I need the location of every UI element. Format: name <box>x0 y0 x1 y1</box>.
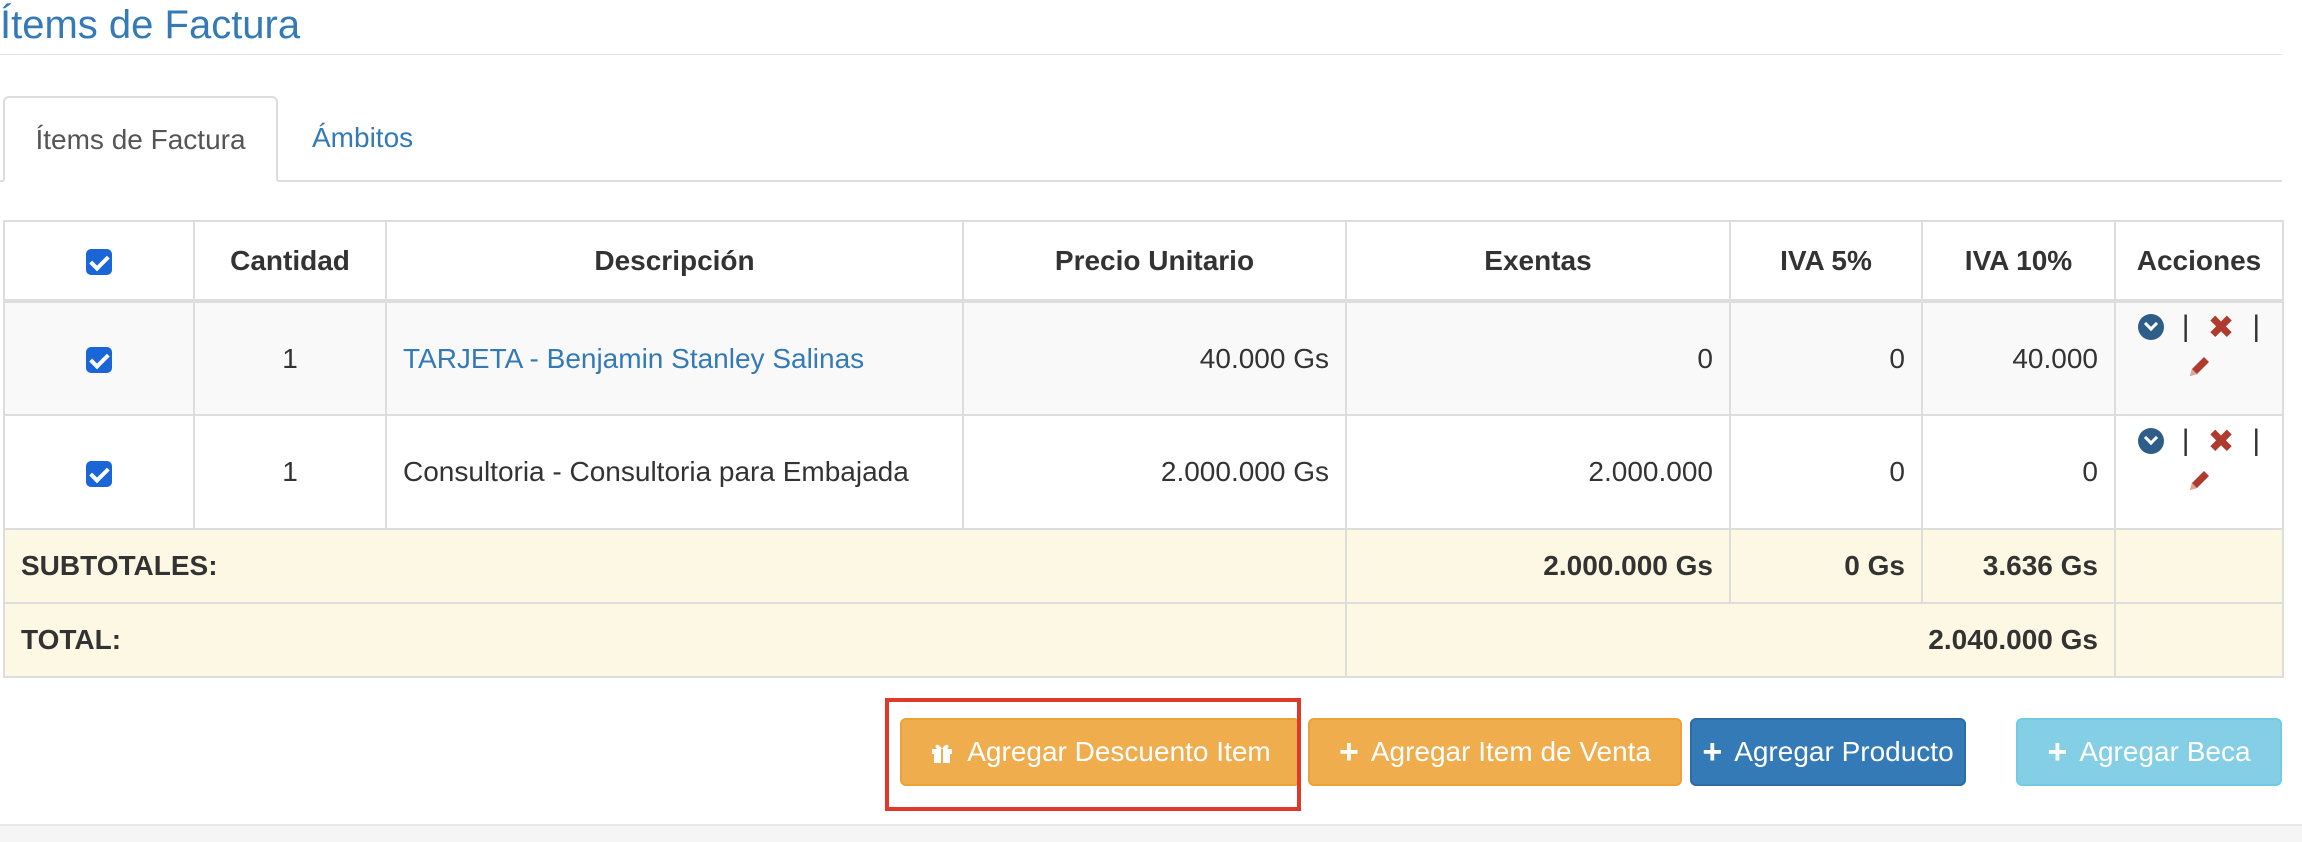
invoice-items-table: Cantidad Descripción Precio Unitario Exe… <box>3 220 2284 678</box>
subtotal-exentas: 2.000.000 Gs <box>1345 528 1731 604</box>
table-row: 1 TARJETA - Benjamin Stanley Salinas 40.… <box>3 300 2284 416</box>
delete-icon[interactable]: ✖ <box>2208 311 2235 343</box>
total-row: TOTAL: 2.040.000 Gs <box>3 602 2284 678</box>
header-cantidad: Cantidad <box>193 220 387 303</box>
row-checkbox[interactable] <box>86 347 112 374</box>
tab-items-factura[interactable]: Ítems de Factura <box>3 96 278 182</box>
total-value: 2.040.000 Gs <box>1345 602 2116 678</box>
exentas-cell: 2.000.000 <box>1345 414 1731 530</box>
select-all-checkbox[interactable] <box>86 249 112 276</box>
subtotal-empty <box>2114 528 2284 604</box>
row-select-cell <box>3 414 195 530</box>
title-divider <box>0 54 2282 55</box>
cantidad-cell: 1 <box>193 414 387 530</box>
header-iva5: IVA 5% <box>1729 220 1923 303</box>
chevron-down-icon[interactable] <box>2137 314 2164 340</box>
add-scholarship-label: Agregar Beca <box>2079 736 2251 767</box>
iva10-cell: 40.000 <box>1921 300 2116 416</box>
tab-bar: Ítems de Factura Ámbitos <box>0 96 2282 182</box>
row-checkbox[interactable] <box>86 460 112 487</box>
add-sale-item-button[interactable]: + Agregar Item de Venta <box>1308 718 1682 786</box>
plus-icon: + <box>1338 733 1359 771</box>
select-all-cell <box>3 220 195 303</box>
action-separator: | <box>2181 310 2190 343</box>
header-precio-unitario: Precio Unitario <box>962 220 1347 303</box>
plus-icon: + <box>2047 733 2068 771</box>
exentas-cell: 0 <box>1345 300 1731 416</box>
page-title: Ítems de Factura <box>0 3 301 47</box>
tab-ambitos[interactable]: Ámbitos <box>312 96 413 180</box>
row-select-cell <box>3 300 195 416</box>
iva5-cell: 0 <box>1729 414 1923 530</box>
delete-icon[interactable]: ✖ <box>2208 425 2235 457</box>
subtotal-iva5: 0 Gs <box>1729 528 1923 604</box>
action-separator: | <box>2252 310 2261 343</box>
total-empty <box>2114 602 2284 678</box>
header-exentas: Exentas <box>1345 220 1731 303</box>
add-product-label: Agregar Producto <box>1734 736 1954 767</box>
header-descripcion: Descripción <box>385 220 964 303</box>
cantidad-cell: 1 <box>193 300 387 416</box>
actions-cell: | ✖ | <box>2114 300 2284 416</box>
pencil-icon[interactable] <box>2184 466 2214 496</box>
plus-icon: + <box>1702 733 1723 771</box>
chevron-down-icon[interactable] <box>2137 427 2164 454</box>
descripcion-link[interactable]: TARJETA - Benjamin Stanley Salinas <box>385 300 964 416</box>
header-iva10: IVA 10% <box>1921 220 2116 303</box>
header-acciones: Acciones <box>2114 220 2284 303</box>
subtotal-label: SUBTOTALES: <box>3 528 1347 604</box>
table-row: 1 Consultoria - Consultoria para Embajad… <box>3 414 2284 530</box>
footer-divider <box>0 824 2302 842</box>
table-header-row: Cantidad Descripción Precio Unitario Exe… <box>3 220 2284 303</box>
action-separator: | <box>2181 423 2190 457</box>
subtotal-iva10: 3.636 Gs <box>1921 528 2116 604</box>
iva10-cell: 0 <box>1921 414 2116 530</box>
add-product-button[interactable]: + Agregar Producto <box>1690 718 1966 786</box>
actions-cell: | ✖ | <box>2114 414 2284 530</box>
add-scholarship-button[interactable]: + Agregar Beca <box>2016 718 2282 786</box>
descripcion-cell: Consultoria - Consultoria para Embajada <box>385 414 964 530</box>
highlight-box <box>885 698 1301 811</box>
add-sale-item-label: Agregar Item de Venta <box>1370 736 1652 767</box>
pencil-icon[interactable] <box>2184 352 2214 382</box>
action-separator: | <box>2252 423 2261 457</box>
total-label: TOTAL: <box>3 602 1347 678</box>
precio-cell: 40.000 Gs <box>962 300 1347 416</box>
subtotal-row: SUBTOTALES: 2.000.000 Gs 0 Gs 3.636 Gs <box>3 528 2284 604</box>
precio-cell: 2.000.000 Gs <box>962 414 1347 530</box>
iva5-cell: 0 <box>1729 300 1923 416</box>
